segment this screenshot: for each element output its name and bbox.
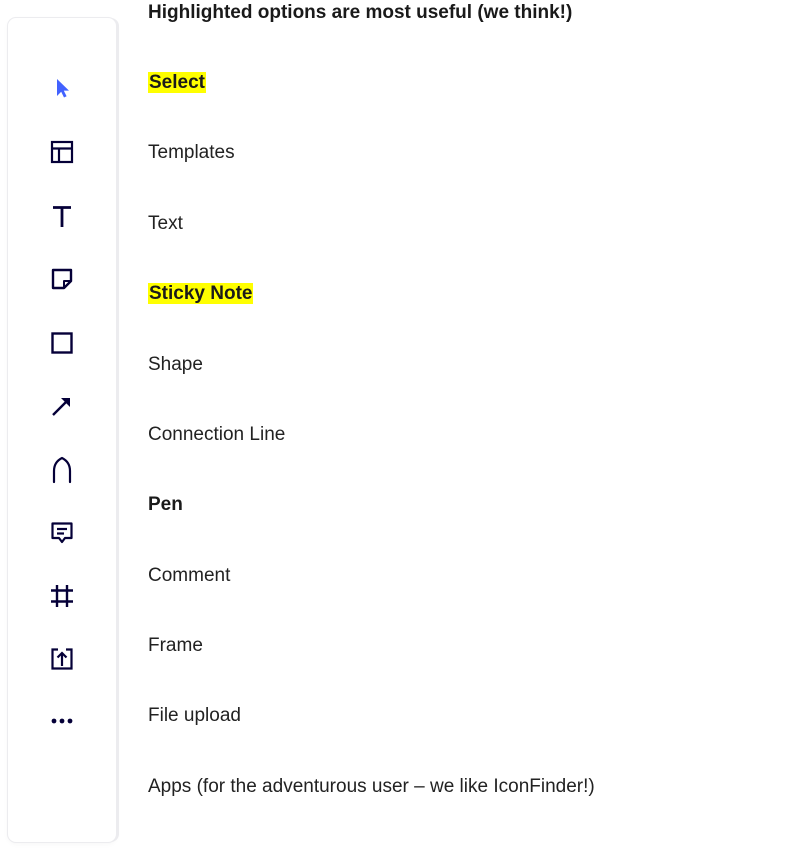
cursor-arrow-icon [50, 76, 74, 100]
page-heading: Highlighted options are most useful (we … [148, 2, 573, 23]
upload-icon [49, 646, 75, 672]
label-shape: Shape [148, 354, 203, 375]
label-text: Text [148, 213, 183, 234]
tool-connection-line-button[interactable] [39, 383, 85, 429]
tool-apps-button[interactable] [39, 698, 85, 744]
pen-icon [49, 456, 75, 484]
label-templates: Templates [148, 142, 235, 163]
tool-sidebar [8, 18, 116, 842]
tool-frame-button[interactable] [39, 573, 85, 619]
sticky-note-icon [49, 266, 75, 292]
tool-sticky-note-button[interactable] [39, 256, 85, 302]
tool-shape-button[interactable] [39, 320, 85, 366]
text-icon [49, 203, 75, 229]
label-frame: Frame [148, 635, 203, 656]
comment-icon [49, 520, 75, 546]
label-comment: Comment [148, 565, 231, 586]
tool-file-upload-button[interactable] [39, 636, 85, 682]
square-shape-icon [49, 330, 75, 356]
label-sticky-note: Sticky Note [148, 283, 254, 304]
templates-icon [49, 139, 75, 165]
tool-comment-button[interactable] [39, 510, 85, 556]
label-connection-line: Connection Line [148, 424, 286, 445]
label-file-upload: File upload [148, 705, 241, 726]
label-apps: Apps (for the adventurous user – we like… [148, 776, 595, 797]
label-select: Select [148, 72, 206, 93]
arrow-line-icon [49, 393, 75, 419]
tool-pen-button[interactable] [39, 447, 85, 493]
tool-select-button[interactable] [39, 65, 85, 111]
label-pen: Pen [148, 494, 183, 515]
tool-templates-button[interactable] [39, 129, 85, 175]
more-dots-icon [49, 716, 75, 726]
frame-icon [49, 583, 75, 609]
tool-text-button[interactable] [39, 193, 85, 239]
